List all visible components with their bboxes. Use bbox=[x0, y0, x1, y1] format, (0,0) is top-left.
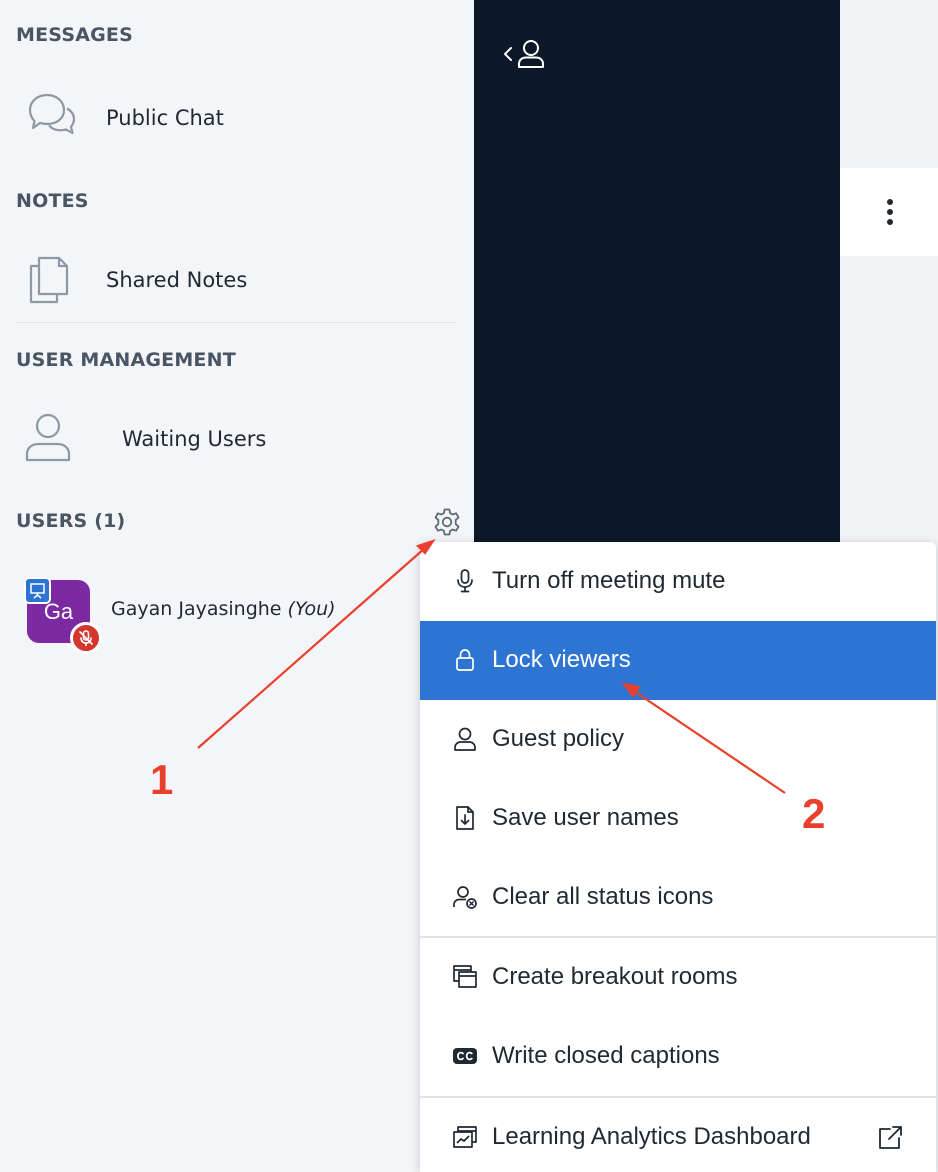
notes-section-title: NOTES bbox=[16, 190, 89, 212]
users-sidebar: MESSAGES Public Chat NOTES Shared Notes … bbox=[0, 0, 474, 1172]
messages-section-title: MESSAGES bbox=[16, 24, 133, 46]
sidebar-divider bbox=[16, 322, 456, 323]
external-link-icon bbox=[876, 1124, 904, 1152]
menu-item-label: Clear all status icons bbox=[492, 883, 714, 910]
menu-item-label: Write closed captions bbox=[492, 1042, 720, 1069]
waiting-users-item[interactable]: Waiting Users bbox=[0, 398, 474, 480]
user-icon bbox=[452, 726, 478, 752]
waiting-users-label: Waiting Users bbox=[122, 427, 267, 451]
chat-bubbles-icon bbox=[26, 92, 78, 142]
public-chat-label: Public Chat bbox=[106, 106, 224, 130]
user-management-section-title: USER MANAGEMENT bbox=[16, 349, 236, 371]
breakout-rooms-icon bbox=[452, 964, 478, 990]
user-list-item[interactable]: Ga Gayan Jayasinghe (You) bbox=[0, 570, 420, 654]
more-dot-icon bbox=[887, 219, 893, 225]
user-options-menu: Turn off meeting mute Lock viewers Guest… bbox=[420, 542, 936, 1172]
more-options-button[interactable] bbox=[840, 168, 938, 256]
menu-item-label: Lock viewers bbox=[492, 646, 631, 673]
menu-item-label: Save user names bbox=[492, 804, 679, 831]
more-dot-icon bbox=[887, 199, 893, 205]
shared-notes-item[interactable]: Shared Notes bbox=[0, 240, 474, 322]
menu-item-create-breakout-rooms[interactable]: Create breakout rooms bbox=[420, 938, 936, 1017]
menu-item-write-closed-captions[interactable]: Write closed captions bbox=[420, 1017, 936, 1096]
notes-documents-icon bbox=[27, 254, 71, 306]
toggle-user-list-button[interactable] bbox=[500, 35, 552, 75]
menu-item-label: Learning Analytics Dashboard bbox=[492, 1123, 811, 1150]
menu-item-label: Create breakout rooms bbox=[492, 963, 738, 990]
more-dot-icon bbox=[887, 209, 893, 215]
public-chat-item[interactable]: Public Chat bbox=[0, 77, 474, 159]
user-name: Gayan Jayasinghe (You) bbox=[111, 598, 336, 620]
annotation-step-1: 1 bbox=[150, 756, 174, 803]
analytics-icon bbox=[452, 1124, 478, 1150]
menu-item-turn-off-meeting-mute[interactable]: Turn off meeting mute bbox=[420, 542, 936, 621]
menu-item-label: Turn off meeting mute bbox=[492, 567, 726, 594]
menu-item-lock-viewers[interactable]: Lock viewers bbox=[420, 621, 936, 700]
menu-item-label: Guest policy bbox=[492, 725, 625, 752]
shared-notes-label: Shared Notes bbox=[106, 268, 248, 292]
users-section-title: USERS (1) bbox=[16, 510, 126, 532]
lock-icon bbox=[452, 647, 478, 673]
annotation-step-2: 2 bbox=[802, 790, 826, 837]
menu-item-learning-analytics-dashboard[interactable]: Learning Analytics Dashboard bbox=[420, 1098, 936, 1172]
closed-captions-icon bbox=[452, 1043, 478, 1069]
presentation-icon bbox=[24, 577, 51, 604]
user-clear-icon bbox=[452, 884, 478, 910]
gear-icon[interactable] bbox=[432, 507, 462, 537]
menu-item-guest-policy[interactable]: Guest policy bbox=[420, 700, 936, 779]
user-full-name: Gayan Jayasinghe bbox=[111, 598, 282, 620]
menu-item-save-user-names[interactable]: Save user names bbox=[420, 779, 936, 858]
download-file-icon bbox=[452, 805, 478, 831]
microphone-icon bbox=[452, 568, 478, 594]
user-you-label: (You) bbox=[287, 598, 336, 620]
menu-item-clear-all-status-icons[interactable]: Clear all status icons bbox=[420, 858, 936, 937]
mic-muted-icon bbox=[70, 622, 102, 654]
user-outline-icon bbox=[24, 412, 72, 462]
